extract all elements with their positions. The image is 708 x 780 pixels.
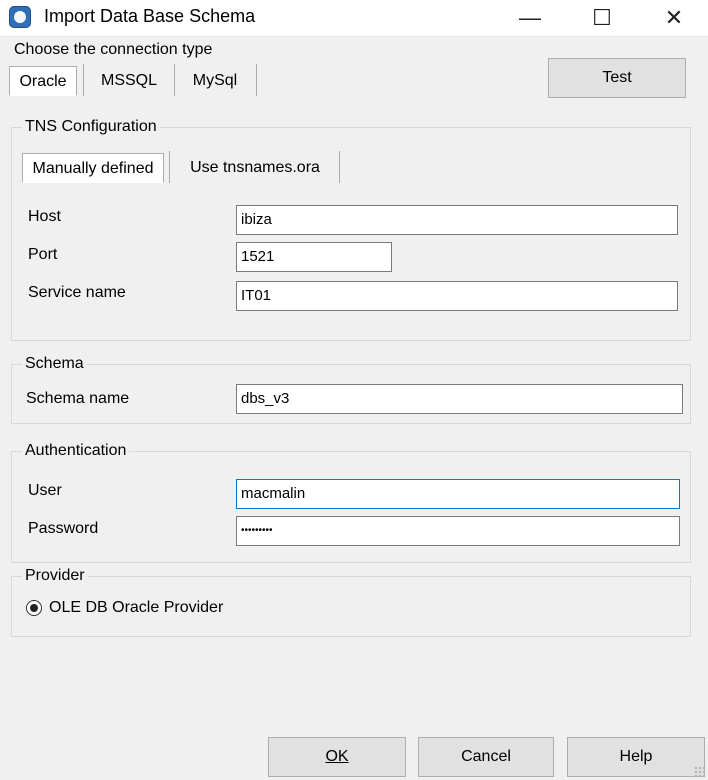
help-button-label: Help — [619, 748, 653, 765]
resize-grip-icon[interactable] — [694, 766, 706, 778]
schema-label: Schema — [22, 355, 87, 373]
cancel-button[interactable]: Cancel — [418, 737, 554, 777]
service-name-input[interactable]: IT01 — [236, 281, 678, 311]
authentication-label: Authentication — [22, 442, 130, 460]
ole-db-provider-radio[interactable] — [26, 600, 42, 616]
tns-config-label: TNS Configuration — [22, 118, 160, 136]
title-bar: Import Data Base Schema — ☐ ✕ — [0, 0, 708, 37]
app-icon — [9, 6, 31, 28]
minimize-button[interactable]: — — [502, 0, 558, 36]
schema-name-input[interactable]: dbs_v3 — [236, 384, 683, 414]
tab-use-tnsnames[interactable]: Use tnsnames.ora — [173, 153, 337, 183]
close-button[interactable]: ✕ — [646, 0, 702, 36]
tab-mssql[interactable]: MSSQL — [88, 66, 170, 96]
tab-separator — [339, 151, 340, 183]
tab-separator — [174, 64, 175, 96]
user-label: User — [28, 482, 62, 499]
port-label: Port — [28, 246, 58, 263]
password-label: Password — [28, 520, 99, 537]
tab-separator — [83, 64, 84, 96]
host-input[interactable]: ibiza — [236, 205, 678, 235]
cancel-button-label: Cancel — [461, 748, 511, 765]
help-button[interactable]: Help — [567, 737, 705, 777]
service-name-label: Service name — [28, 284, 126, 301]
host-label: Host — [28, 208, 61, 225]
schema-name-label: Schema name — [26, 390, 130, 407]
maximize-button[interactable]: ☐ — [574, 0, 630, 36]
test-button[interactable]: Test — [548, 58, 686, 98]
ok-button[interactable]: OK — [268, 737, 406, 777]
tab-oracle[interactable]: Oracle — [9, 66, 77, 96]
ole-db-provider-label[interactable]: OLE DB Oracle Provider — [49, 599, 223, 617]
tab-mysql[interactable]: MySql — [178, 66, 252, 96]
window-title: Import Data Base Schema — [44, 6, 256, 26]
import-schema-dialog: Import Data Base Schema — ☐ ✕ Choose the… — [0, 0, 708, 780]
tab-manually-defined[interactable]: Manually defined — [22, 153, 164, 183]
ok-button-label: OK — [325, 748, 349, 765]
port-input[interactable]: 1521 — [236, 242, 392, 272]
user-input[interactable]: macmalin — [236, 479, 680, 509]
connection-type-label: Choose the connection type — [11, 41, 216, 59]
tab-separator — [256, 64, 257, 96]
password-input[interactable]: ••••••••• — [236, 516, 680, 546]
tab-separator — [169, 151, 170, 183]
provider-label: Provider — [22, 567, 88, 585]
